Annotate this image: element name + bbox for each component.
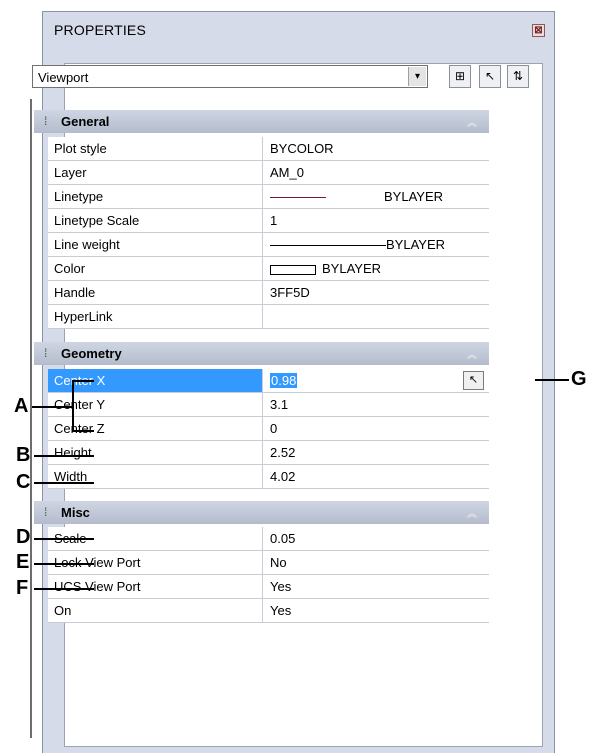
chevron-down-icon[interactable]: ▾: [408, 67, 426, 86]
collapse-chevron-icon[interactable]: ︽: [467, 346, 477, 361]
property-name: UCS View Port: [48, 575, 263, 598]
select-objects-icon: ↖: [484, 69, 496, 83]
pickadd-toggle-icon: ⇅: [512, 69, 524, 83]
property-row-center-z[interactable]: Center Z 0: [48, 417, 489, 441]
property-name: HyperLink: [48, 305, 263, 328]
collapse-chevron-icon[interactable]: ︽: [467, 114, 477, 129]
property-row-color[interactable]: Color BYLAYER: [48, 257, 489, 281]
quick-select-button[interactable]: ⊞: [449, 65, 471, 88]
section-title: General: [61, 114, 110, 129]
property-row-layer[interactable]: Layer AM_0: [48, 161, 489, 185]
property-value[interactable]: Yes: [264, 575, 489, 598]
property-value[interactable]: BYCOLOR: [264, 137, 489, 160]
property-value[interactable]: BYLAYER: [264, 257, 489, 280]
property-name: Line weight: [48, 233, 263, 256]
property-row-ucs-view-port[interactable]: UCS View Port Yes: [48, 575, 489, 599]
color-swatch: [270, 265, 316, 275]
callout-b-leader: [34, 455, 94, 457]
property-row-hyperlink[interactable]: HyperLink: [48, 305, 489, 329]
section-general-header[interactable]: ⁞ General ︽: [34, 110, 489, 133]
property-value[interactable]: 3FF5D: [264, 281, 489, 304]
property-row-handle[interactable]: Handle 3FF5D: [48, 281, 489, 305]
callout-e: E: [16, 551, 30, 573]
property-value[interactable]: 1: [264, 209, 489, 232]
collapse-chevron-icon[interactable]: ︽: [467, 505, 477, 520]
property-value[interactable]: No: [264, 551, 489, 574]
property-name: Width: [48, 465, 263, 488]
property-value[interactable]: 0: [264, 417, 489, 440]
property-name: Linetype Scale: [48, 209, 263, 232]
section-title: Misc: [61, 505, 90, 520]
drag-grip-icon: ⁞: [44, 114, 48, 128]
property-row-scale[interactable]: Scale 0.05: [48, 527, 489, 551]
property-row-width[interactable]: Width 4.02: [48, 465, 489, 489]
section-title: Geometry: [61, 346, 122, 361]
palette-left-rule: [30, 99, 32, 738]
property-row-line-weight[interactable]: Line weight BYLAYER: [48, 233, 489, 257]
property-row-height[interactable]: Height 2.52: [48, 441, 489, 465]
callout-g: G: [571, 368, 587, 390]
property-name: On: [48, 599, 263, 622]
section-geometry-header[interactable]: ⁞ Geometry ︽: [34, 342, 489, 365]
callout-f-leader: [34, 588, 94, 590]
property-row-center-y[interactable]: Center Y 3.1: [48, 393, 489, 417]
property-row-on[interactable]: On Yes: [48, 599, 489, 623]
linetype-sample-line: [270, 197, 326, 198]
color-value: BYLAYER: [322, 261, 382, 276]
property-value[interactable]: BYLAYER: [264, 233, 489, 256]
callout-g-leader: [535, 379, 569, 381]
drag-grip-icon: ⁞: [44, 346, 48, 360]
property-name: Plot style: [48, 137, 263, 160]
lineweight-value: BYLAYER: [386, 237, 446, 252]
close-icon[interactable]: ⊠: [532, 24, 545, 37]
property-row-lock-view-port[interactable]: Lock View Port No: [48, 551, 489, 575]
property-name: Handle: [48, 281, 263, 304]
callout-d: D: [16, 526, 31, 548]
property-value[interactable]: 3.1: [264, 393, 489, 416]
property-value[interactable]: BYLAYER: [264, 185, 489, 208]
pick-point-icon[interactable]: ↖: [463, 371, 484, 390]
palette-titlebar[interactable]: PROPERTIES ⊠: [43, 12, 554, 48]
callout-a-bracket-bottom: [72, 430, 94, 432]
callout-c-leader: [34, 482, 94, 484]
section-misc-header[interactable]: ⁞ Misc ︽: [34, 501, 489, 524]
linetype-value: BYLAYER: [384, 189, 444, 204]
property-value-input[interactable]: 0.98: [270, 373, 298, 388]
property-value[interactable]: 4.02: [264, 465, 489, 488]
property-value[interactable]: 2.52: [264, 441, 489, 464]
drag-grip-icon: ⁞: [44, 505, 48, 519]
object-type-value: Viewport: [38, 70, 89, 85]
property-name: Center Z: [48, 417, 263, 440]
property-name: Height: [48, 441, 263, 464]
callout-a-bracket: [72, 380, 74, 432]
callout-a-bracket-top: [72, 380, 94, 382]
callout-a-leader: [32, 406, 72, 408]
select-objects-button[interactable]: ↖: [479, 65, 501, 88]
object-type-select[interactable]: Viewport ▾: [32, 65, 428, 88]
property-name: Layer: [48, 161, 263, 184]
property-row-plot-style[interactable]: Plot style BYCOLOR: [48, 137, 489, 161]
property-row-linetype-scale[interactable]: Linetype Scale 1: [48, 209, 489, 233]
callout-c: C: [16, 471, 31, 493]
property-value[interactable]: [264, 305, 489, 328]
callout-b: B: [16, 444, 31, 466]
property-value[interactable]: 0.98 ↖: [264, 369, 489, 392]
callout-f: F: [16, 577, 29, 599]
palette-title: PROPERTIES: [54, 22, 146, 38]
property-name: Color: [48, 257, 263, 280]
callout-d-leader: [34, 538, 94, 540]
property-name: Center Y: [48, 393, 263, 416]
lineweight-sample-line: [270, 245, 386, 246]
property-name: Linetype: [48, 185, 263, 208]
callout-e-leader: [34, 563, 94, 565]
property-value[interactable]: AM_0: [264, 161, 489, 184]
property-value[interactable]: 0.05: [264, 527, 489, 550]
property-row-linetype[interactable]: Linetype BYLAYER: [48, 185, 489, 209]
pickadd-toggle-button[interactable]: ⇅: [507, 65, 529, 88]
property-value[interactable]: Yes: [264, 599, 489, 622]
property-row-center-x[interactable]: Center X 0.98 ↖: [48, 369, 489, 393]
callout-a: A: [14, 395, 29, 417]
quick-select-icon: ⊞: [454, 69, 466, 83]
